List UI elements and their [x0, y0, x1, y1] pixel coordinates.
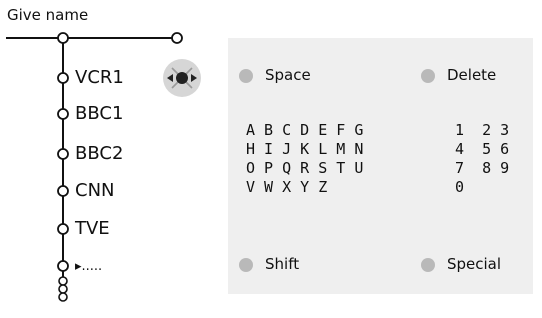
red-key-icon — [239, 69, 253, 83]
number-row-3[interactable]: 7 8 9 — [455, 159, 509, 179]
delete-key[interactable]: Delete — [447, 66, 496, 84]
channel-item-bbc1[interactable]: BBC1 — [75, 104, 123, 124]
channel-item-tve[interactable]: TVE — [75, 219, 110, 239]
yellow-key-icon — [239, 258, 253, 272]
channel-item-bbc2[interactable]: BBC2 — [75, 144, 123, 164]
channel-item-vcr1[interactable]: VCR1 — [75, 68, 124, 88]
space-key[interactable]: Space — [265, 66, 311, 84]
channel-item-cnn[interactable]: CNN — [75, 181, 115, 201]
keyboard-panel: Space Delete A B C D E F G H I J K L M N… — [228, 38, 533, 294]
menu-title: Give name — [7, 6, 89, 24]
number-row-1[interactable]: 1 2 3 — [455, 121, 509, 141]
letter-row-2[interactable]: H I J K L M N — [246, 140, 363, 160]
number-row-2[interactable]: 4 5 6 — [455, 140, 509, 160]
blue-key-icon — [421, 258, 435, 272]
channel-tree: Give name VCR1 BBC1 BBC2 CNN TVE ▸..... — [0, 0, 230, 318]
number-row-4[interactable]: 0 — [455, 178, 464, 198]
letter-row-4[interactable]: V W X Y Z — [246, 178, 327, 198]
channel-item-more[interactable]: ▸..... — [75, 257, 102, 277]
special-key[interactable]: Special — [447, 255, 501, 273]
letter-row-1[interactable]: A B C D E F G — [246, 121, 363, 141]
shift-key[interactable]: Shift — [265, 255, 299, 273]
letter-row-3[interactable]: O P Q R S T U — [246, 159, 363, 179]
cursor-keys-icon — [163, 59, 201, 97]
green-key-icon — [421, 69, 435, 83]
